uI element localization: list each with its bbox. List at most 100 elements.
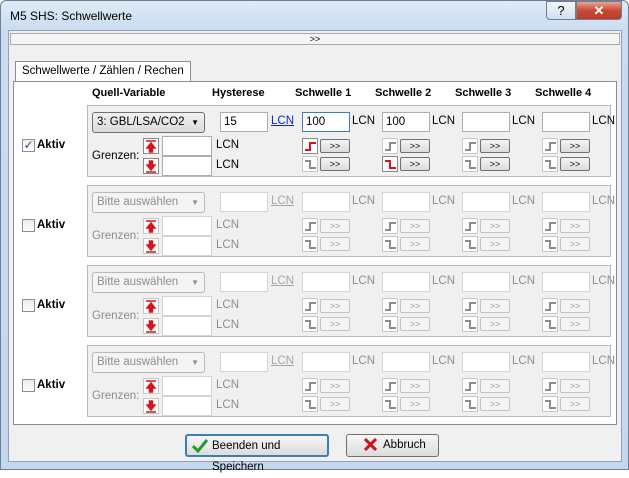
schwelle1-edge-up-icon[interactable]: [302, 138, 318, 154]
schwelle3-edge-down-icon[interactable]: [462, 156, 478, 172]
source-variable-select[interactable]: Bitte auswählen ▼: [92, 272, 205, 293]
schwelle4-edge-down-icon[interactable]: [542, 236, 558, 252]
schwelle4-down-action-button[interactable]: >>: [560, 237, 590, 251]
schwelle2-up-action-button[interactable]: >>: [400, 139, 430, 153]
source-variable-select[interactable]: Bitte auswählen ▼: [92, 352, 205, 373]
upper-limit-input[interactable]: [162, 376, 212, 396]
upper-limit-icon[interactable]: [143, 378, 159, 394]
schwelle3-up-action-button[interactable]: >>: [480, 299, 510, 313]
schwelle1-down-action-button[interactable]: >>: [320, 317, 350, 331]
hysterese-unit-link[interactable]: LCN: [271, 115, 294, 127]
schwelle2-up-action-button[interactable]: >>: [400, 299, 430, 313]
schwelle3-edge-up-icon[interactable]: [462, 218, 478, 234]
schwelle3-edge-up-icon[interactable]: [462, 378, 478, 394]
schwelle3-up-action-button[interactable]: >>: [480, 219, 510, 233]
schwelle4-edge-down-icon[interactable]: [542, 316, 558, 332]
cancel-button[interactable]: Abbruch: [346, 434, 439, 457]
lower-limit-input[interactable]: [162, 236, 212, 256]
schwelle1-up-action-button[interactable]: >>: [320, 379, 350, 393]
schwelle1-up-action-button[interactable]: >>: [320, 299, 350, 313]
schwelle1-input[interactable]: [302, 272, 350, 292]
schwelle3-up-action-button[interactable]: >>: [480, 139, 510, 153]
schwelle4-input[interactable]: [542, 272, 590, 292]
schwelle3-edge-up-icon[interactable]: [462, 298, 478, 314]
schwelle4-up-action-button[interactable]: >>: [560, 299, 590, 313]
schwelle4-up-action-button[interactable]: >>: [560, 219, 590, 233]
schwelle2-edge-down-icon[interactable]: [382, 236, 398, 252]
aktiv-checkbox[interactable]: [22, 299, 35, 312]
schwelle1-edge-down-icon[interactable]: [302, 396, 318, 412]
expand-toggle-button[interactable]: >>: [10, 33, 620, 45]
schwelle1-down-action-button[interactable]: >>: [320, 397, 350, 411]
schwelle4-down-action-button[interactable]: >>: [560, 397, 590, 411]
hysterese-unit-link[interactable]: LCN: [271, 355, 294, 367]
schwelle2-input[interactable]: [382, 192, 430, 212]
hysterese-input[interactable]: [220, 272, 268, 292]
schwelle1-up-action-button[interactable]: >>: [320, 219, 350, 233]
lower-limit-icon[interactable]: [143, 398, 159, 414]
upper-limit-icon[interactable]: [143, 138, 159, 154]
schwelle1-edge-up-icon[interactable]: [302, 378, 318, 394]
schwelle2-down-action-button[interactable]: >>: [400, 237, 430, 251]
schwelle4-up-action-button[interactable]: >>: [560, 379, 590, 393]
schwelle4-edge-up-icon[interactable]: [542, 218, 558, 234]
schwelle3-input[interactable]: [462, 352, 510, 372]
schwelle2-down-action-button[interactable]: >>: [400, 157, 430, 171]
source-variable-select[interactable]: 3: GBL/LSA/CO2 ▼: [92, 112, 205, 133]
schwelle2-edge-up-icon[interactable]: [382, 378, 398, 394]
source-variable-select[interactable]: Bitte auswählen ▼: [92, 192, 205, 213]
schwelle3-input[interactable]: [462, 192, 510, 212]
schwelle4-input[interactable]: [542, 112, 590, 132]
lower-limit-icon[interactable]: [143, 318, 159, 334]
schwelle3-down-action-button[interactable]: >>: [480, 157, 510, 171]
schwelle3-input[interactable]: [462, 112, 510, 132]
schwelle4-edge-down-icon[interactable]: [542, 156, 558, 172]
schwelle2-down-action-button[interactable]: >>: [400, 397, 430, 411]
upper-limit-input[interactable]: [162, 216, 212, 236]
schwelle1-edge-down-icon[interactable]: [302, 156, 318, 172]
schwelle4-edge-up-icon[interactable]: [542, 378, 558, 394]
save-exit-button[interactable]: Beenden und Speichern: [185, 434, 329, 473]
schwelle2-edge-down-icon[interactable]: [382, 316, 398, 332]
hysterese-input[interactable]: 15: [220, 112, 268, 132]
schwelle3-down-action-button[interactable]: >>: [480, 317, 510, 331]
schwelle2-input[interactable]: [382, 272, 430, 292]
schwelle1-input[interactable]: [302, 192, 350, 212]
schwelle3-edge-down-icon[interactable]: [462, 396, 478, 412]
lower-limit-icon[interactable]: [143, 158, 159, 174]
schwelle3-input[interactable]: [462, 272, 510, 292]
schwelle4-down-action-button[interactable]: >>: [560, 157, 590, 171]
schwelle4-up-action-button[interactable]: >>: [560, 139, 590, 153]
schwelle3-down-action-button[interactable]: >>: [480, 237, 510, 251]
schwelle2-up-action-button[interactable]: >>: [400, 219, 430, 233]
aktiv-checkbox[interactable]: [22, 379, 35, 392]
schwelle4-edge-down-icon[interactable]: [542, 396, 558, 412]
schwelle1-down-action-button[interactable]: >>: [320, 237, 350, 251]
close-button[interactable]: ✕: [576, 1, 622, 20]
lower-limit-icon[interactable]: [143, 238, 159, 254]
schwelle3-edge-up-icon[interactable]: [462, 138, 478, 154]
schwelle1-edge-down-icon[interactable]: [302, 236, 318, 252]
schwelle3-edge-down-icon[interactable]: [462, 316, 478, 332]
schwelle4-input[interactable]: [542, 192, 590, 212]
hysterese-unit-link[interactable]: LCN: [271, 195, 294, 207]
schwelle4-edge-up-icon[interactable]: [542, 138, 558, 154]
schwelle4-input[interactable]: [542, 352, 590, 372]
schwelle2-edge-down-icon[interactable]: [382, 156, 398, 172]
schwelle2-edge-up-icon[interactable]: [382, 218, 398, 234]
hysterese-unit-link[interactable]: LCN: [271, 275, 294, 287]
schwelle2-down-action-button[interactable]: >>: [400, 317, 430, 331]
upper-limit-icon[interactable]: [143, 298, 159, 314]
aktiv-checkbox[interactable]: ✓: [22, 139, 35, 152]
schwelle2-up-action-button[interactable]: >>: [400, 379, 430, 393]
schwelle3-edge-down-icon[interactable]: [462, 236, 478, 252]
hysterese-input[interactable]: [220, 192, 268, 212]
schwelle1-edge-up-icon[interactable]: [302, 218, 318, 234]
schwelle4-edge-up-icon[interactable]: [542, 298, 558, 314]
schwelle2-input[interactable]: 100: [382, 112, 430, 132]
help-button[interactable]: ?: [546, 1, 576, 20]
schwelle3-down-action-button[interactable]: >>: [480, 397, 510, 411]
schwelle1-edge-down-icon[interactable]: [302, 316, 318, 332]
upper-limit-icon[interactable]: [143, 218, 159, 234]
schwelle1-input[interactable]: [302, 352, 350, 372]
